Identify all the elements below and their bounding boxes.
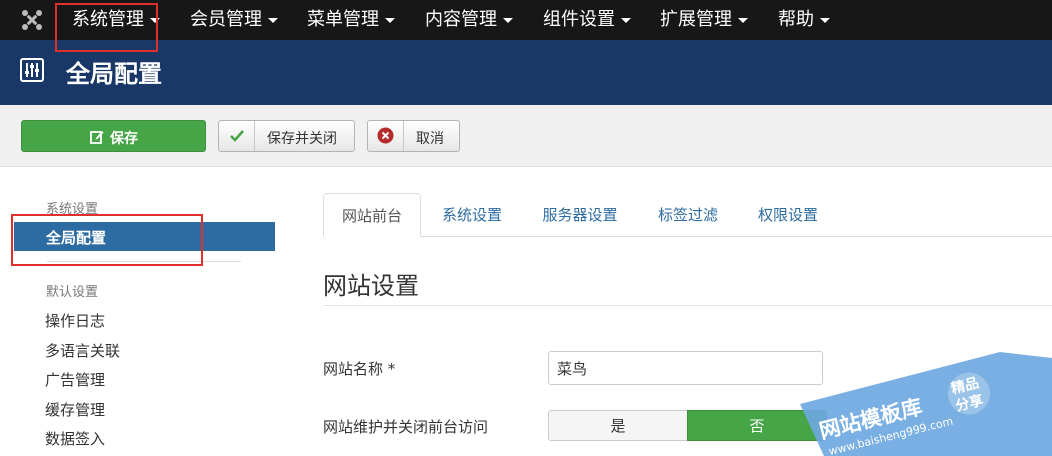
nav-menu-label: 组件设置 xyxy=(543,9,615,30)
save-button[interactable]: 保存 xyxy=(21,120,206,152)
cancel-button[interactable]: 取消 xyxy=(367,120,460,152)
nav-menu-label: 菜单管理 xyxy=(307,9,379,30)
save-close-button-label: 保存并关闭 xyxy=(267,131,337,147)
caret-down-icon xyxy=(385,17,395,23)
edit-icon xyxy=(90,131,104,144)
tab-server[interactable]: 服务器设置 xyxy=(527,193,633,237)
joomla-logo-icon[interactable] xyxy=(20,8,44,32)
button-icon-box xyxy=(368,121,404,151)
site-name-input[interactable] xyxy=(548,351,823,385)
nav-menu-components[interactable]: 组件设置 xyxy=(543,0,631,40)
tab-site[interactable]: 网站前台 xyxy=(323,193,421,237)
caret-down-icon xyxy=(503,17,513,23)
highlight-box-system-menu xyxy=(55,3,158,52)
site-name-label: 网站名称 * xyxy=(323,360,396,378)
nav-menu-extensions[interactable]: 扩展管理 xyxy=(660,0,748,40)
caret-down-icon xyxy=(820,17,830,23)
section-title: 网站设置 xyxy=(323,272,419,300)
nav-menu-help[interactable]: 帮助 xyxy=(778,0,830,40)
cancel-circle-icon xyxy=(377,127,394,144)
highlight-box-global-config xyxy=(11,214,203,266)
watermark-logo: 网站模板库 www.baisheng999.com 精品 分享 xyxy=(800,352,1052,456)
page-title: 全局配置 xyxy=(66,60,162,88)
save-button-label: 保存 xyxy=(110,131,138,147)
nav-menu-label: 帮助 xyxy=(778,9,814,30)
nav-menu-content[interactable]: 内容管理 xyxy=(425,0,513,40)
sidebar-item-banners[interactable]: 广告管理 xyxy=(45,369,105,390)
sidebar-item-checkin[interactable]: 数据签入 xyxy=(45,428,105,449)
caret-down-icon xyxy=(738,17,748,23)
caret-down-icon xyxy=(268,17,278,23)
toolbar: 保存 保存并关闭 取消 xyxy=(0,105,1052,167)
nav-menu-label: 会员管理 xyxy=(190,9,262,30)
nav-menu-label: 内容管理 xyxy=(425,9,497,30)
section-divider xyxy=(323,305,1052,306)
tab-permissions[interactable]: 权限设置 xyxy=(743,193,833,237)
tab-text-filters[interactable]: 标签过滤 xyxy=(643,193,733,237)
sliders-icon xyxy=(20,58,44,82)
nav-menu-label: 扩展管理 xyxy=(660,9,732,30)
site-offline-label: 网站维护并关闭前台访问 xyxy=(323,418,489,436)
button-icon-box xyxy=(219,121,255,151)
sidebar-item-cache[interactable]: 缓存管理 xyxy=(45,399,105,420)
cancel-button-label: 取消 xyxy=(416,131,444,147)
toggle-yes-option[interactable]: 是 xyxy=(548,410,688,441)
tab-system[interactable]: 系统设置 xyxy=(426,193,518,237)
sidebar-item-action-logs[interactable]: 操作日志 xyxy=(45,310,105,331)
checkmark-icon xyxy=(230,130,244,142)
nav-menu-users[interactable]: 会员管理 xyxy=(190,0,278,40)
site-offline-toggle: 是 否 xyxy=(548,410,828,441)
sidebar-heading-defaults: 默认设置 xyxy=(46,285,99,300)
nav-menu-menus[interactable]: 菜单管理 xyxy=(307,0,395,40)
sidebar-item-associations[interactable]: 多语言关联 xyxy=(45,340,120,361)
caret-down-icon xyxy=(621,17,631,23)
save-close-button[interactable]: 保存并关闭 xyxy=(218,120,355,152)
